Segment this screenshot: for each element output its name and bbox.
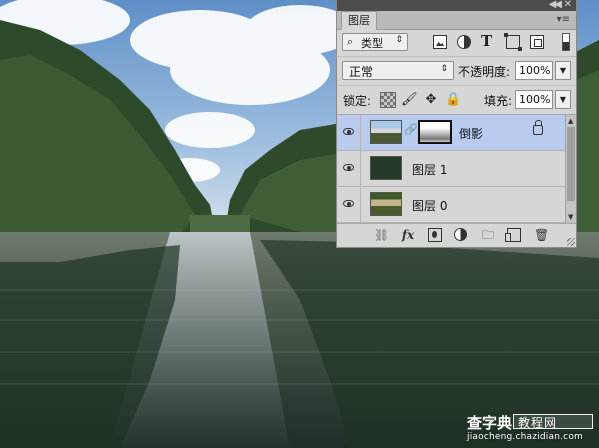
tab-layers[interactable]: 图层	[341, 11, 377, 30]
visibility-eye-icon[interactable]	[337, 187, 361, 222]
layer-name: 倒影	[459, 127, 484, 141]
visibility-eye-icon[interactable]	[337, 151, 361, 186]
opacity-input[interactable]: 100%	[515, 61, 553, 80]
panel-tab-bar: 图层 ▾≡	[337, 11, 576, 30]
trash-icon[interactable]: 🗑	[534, 228, 549, 242]
blend-mode-value: 正常	[349, 65, 374, 79]
layer-thumbnail	[370, 120, 402, 144]
adjustment-layer-filter-icon[interactable]	[457, 35, 471, 49]
fill-input[interactable]: 100%	[515, 90, 553, 109]
adjustment-layer-icon[interactable]	[454, 228, 467, 241]
shape-layer-filter-icon[interactable]	[504, 33, 522, 51]
fill-label: 填充:	[484, 94, 513, 108]
layer-filter-row: ⌕ 类型 ⇕ T	[337, 30, 576, 57]
folder-group-icon[interactable]: 🗀	[481, 228, 495, 242]
layer-locked-icon	[533, 120, 543, 135]
fill-dropdown-button[interactable]: ▼	[555, 90, 571, 109]
filter-kind-select[interactable]: ⌕ 类型 ⇕	[342, 33, 408, 51]
site-watermark: 查字典 教程网 jiaocheng.chazidian.com	[467, 413, 593, 443]
layers-panel: ◀◀ ✕ 图层 ▾≡ ⌕ 类型 ⇕ T 正常 ⇕ 不透明度: 100% ▼ 锁定…	[336, 0, 577, 248]
layer-name: 图层 1	[412, 163, 448, 177]
lock-transparent-pixels-icon[interactable]	[380, 92, 396, 108]
watermark-brand: 查字典	[467, 414, 513, 432]
lock-label: 锁定:	[343, 94, 372, 108]
blend-row: 正常 ⇕ 不透明度: 100% ▼	[337, 57, 576, 86]
blend-mode-select[interactable]: 正常 ⇕	[342, 61, 454, 80]
watermark-box: 教程网	[513, 414, 593, 430]
new-layer-icon[interactable]	[505, 228, 521, 242]
search-icon: ⌕	[347, 35, 354, 48]
pixel-layer-filter-icon[interactable]	[433, 35, 447, 49]
visibility-eye-icon[interactable]	[337, 115, 361, 150]
fx-icon[interactable]: fx	[401, 228, 415, 242]
layer-list-scrollbar[interactable]: ▲ ▼	[565, 115, 576, 223]
type-layer-filter-icon[interactable]: T	[481, 32, 495, 50]
resize-grip-icon[interactable]	[567, 238, 575, 246]
layer-row-layer1[interactable]: 图层 1	[337, 151, 565, 187]
lock-position-move-icon[interactable]: ✥	[423, 92, 439, 108]
add-mask-icon[interactable]	[428, 228, 442, 242]
filter-kind-label: 类型	[361, 37, 383, 50]
watermark-tutorial: 教程网	[518, 416, 558, 430]
opacity-label: 不透明度:	[458, 65, 511, 79]
layer-thumbnail	[370, 192, 402, 216]
panel-menu-icon[interactable]: ▾≡	[557, 14, 570, 25]
panel-title-strip[interactable]: ◀◀ ✕	[337, 0, 576, 11]
layers-bottom-bar: ⛓ fx 🗀 🗑	[337, 223, 576, 247]
link-layers-icon[interactable]: ⛓	[374, 228, 389, 242]
layer-row-reflection[interactable]: 🔗 倒影	[337, 115, 565, 151]
layer-thumbnail	[370, 156, 402, 180]
updown-arrows-icon: ⇕	[395, 35, 403, 45]
lock-row: 锁定: 🖌 ✥ 🔒 填充: 100% ▼	[337, 86, 576, 115]
scroll-up-arrow-icon[interactable]: ▲	[568, 117, 573, 125]
lock-all-icon[interactable]: 🔒	[445, 92, 461, 108]
layer-list: 🔗 倒影 图层 1 图层 0	[337, 115, 565, 223]
scroll-down-arrow-icon[interactable]: ▼	[568, 213, 573, 221]
layer-name: 图层 0	[412, 199, 448, 213]
collapse-panel-icon[interactable]: ◀◀	[549, 0, 562, 10]
layer-mask-thumbnail[interactable]	[418, 120, 452, 144]
watermark-title: 查字典 教程网	[467, 413, 593, 432]
chain-link-icon[interactable]: 🔗	[404, 123, 418, 136]
scrollbar-thumb[interactable]	[567, 127, 575, 201]
filter-toggle-switch[interactable]	[562, 33, 570, 51]
opacity-dropdown-button[interactable]: ▼	[555, 61, 571, 80]
updown-arrows-icon: ⇕	[440, 64, 448, 74]
lock-image-pixels-brush-icon[interactable]: 🖌	[401, 92, 418, 108]
layer-row-layer0[interactable]: 图层 0	[337, 187, 565, 223]
watermark-url: jiaocheng.chazidian.com	[467, 432, 583, 442]
smart-object-filter-icon[interactable]	[530, 35, 544, 49]
close-icon[interactable]: ✕	[564, 0, 572, 10]
